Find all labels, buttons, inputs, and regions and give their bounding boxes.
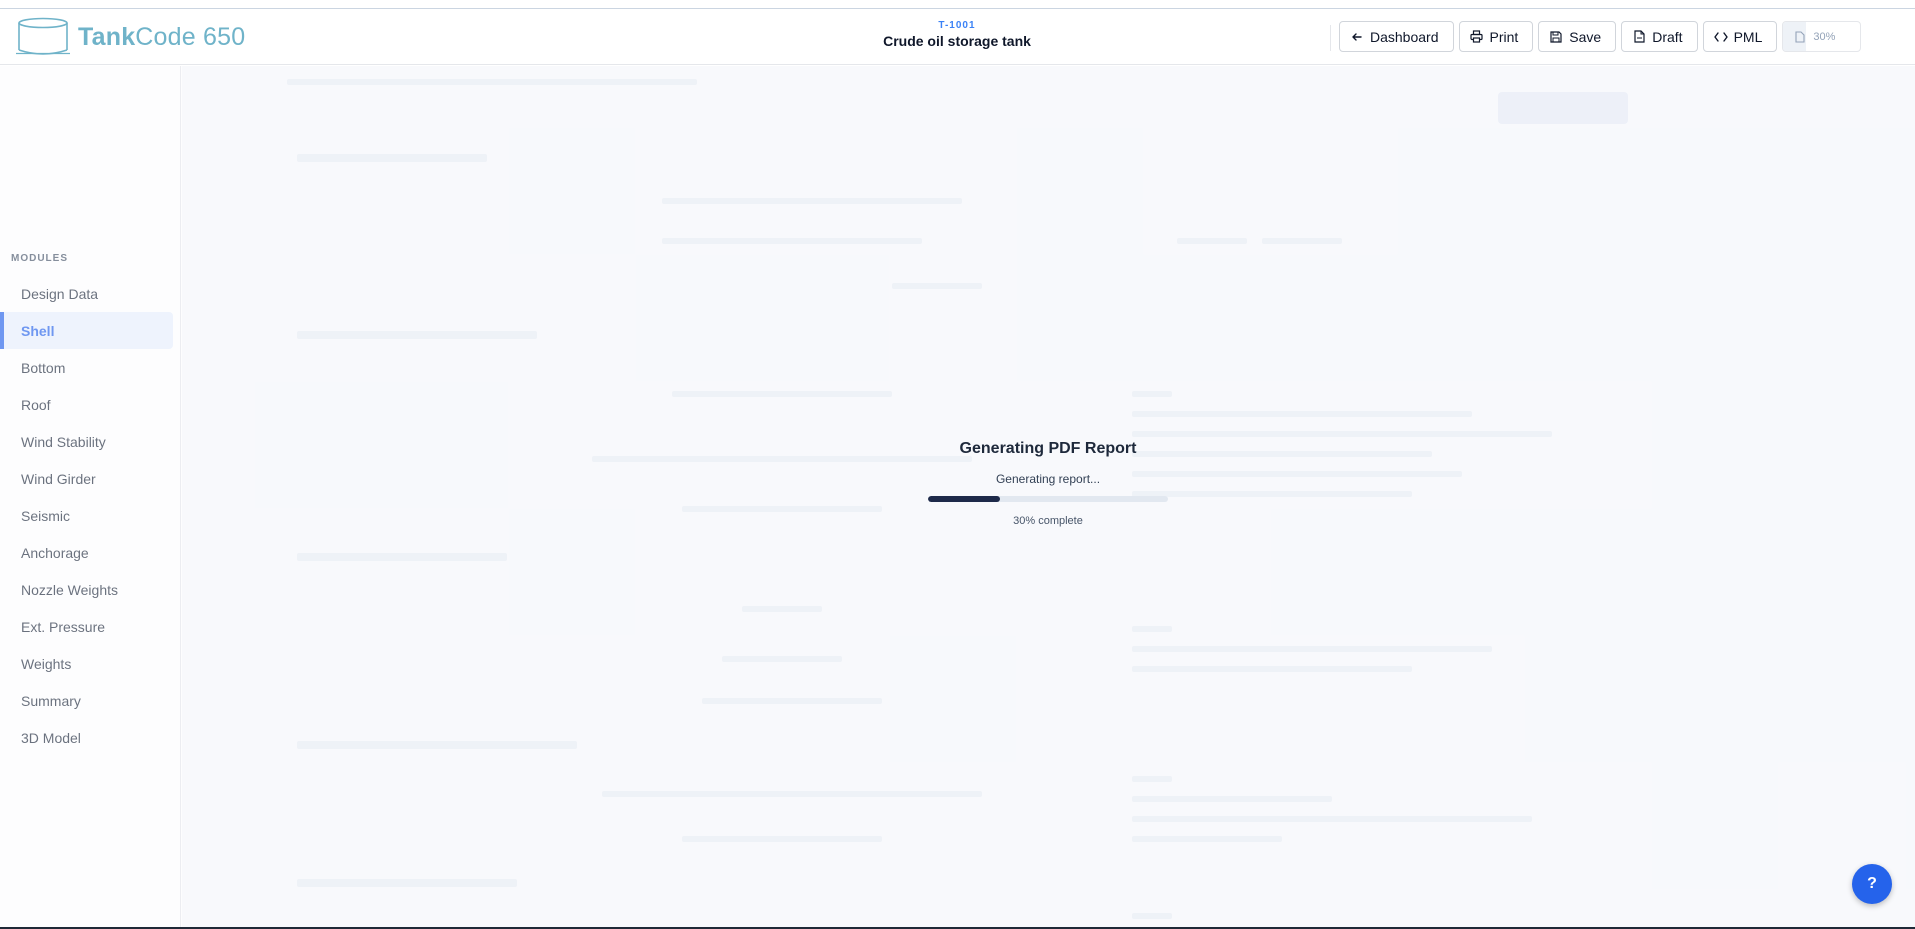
header-actions: Dashboard Print Save Draft PML 30% — [1339, 21, 1862, 52]
document-icon — [1632, 30, 1646, 44]
dialog-status: Generating report... — [995, 472, 1101, 486]
pdf-export-progress-button: 30% — [1782, 21, 1862, 52]
question-mark-icon: ? — [1867, 875, 1877, 892]
app-logo[interactable]: TankCode 650 — [16, 17, 245, 57]
dashboard-button[interactable]: Dashboard — [1339, 21, 1454, 52]
tank-description: Crude oil storage tank — [883, 33, 1031, 49]
floppy-disk-icon — [1549, 30, 1563, 44]
tank-tag-number: T-1001 — [938, 20, 976, 31]
app-name: TankCode 650 — [78, 22, 246, 51]
file-icon — [1793, 30, 1807, 44]
app-header: TankCode 650 T-1001 Crude oil storage ta… — [0, 9, 1915, 65]
arrow-left-icon — [1350, 30, 1364, 44]
help-button[interactable]: ? — [1852, 864, 1892, 904]
pdf-progress-dialog: Generating PDF Report Generating report.… — [898, 440, 1198, 527]
draft-button[interactable]: Draft — [1621, 21, 1698, 52]
dialog-title: Generating PDF Report — [959, 440, 1137, 457]
progress-bar — [928, 496, 1168, 502]
save-button[interactable]: Save — [1538, 21, 1617, 52]
progress-percent: 30% complete — [1013, 515, 1083, 527]
project-title: T-1001 Crude oil storage tank — [857, 20, 1057, 49]
header-divider — [1330, 25, 1331, 51]
progress-bar-fill — [928, 496, 1000, 502]
code-icon — [1713, 30, 1728, 44]
pml-button[interactable]: PML — [1702, 21, 1778, 52]
printer-icon — [1470, 30, 1484, 44]
print-button[interactable]: Print — [1458, 21, 1534, 52]
tank-logo-icon — [16, 17, 70, 55]
